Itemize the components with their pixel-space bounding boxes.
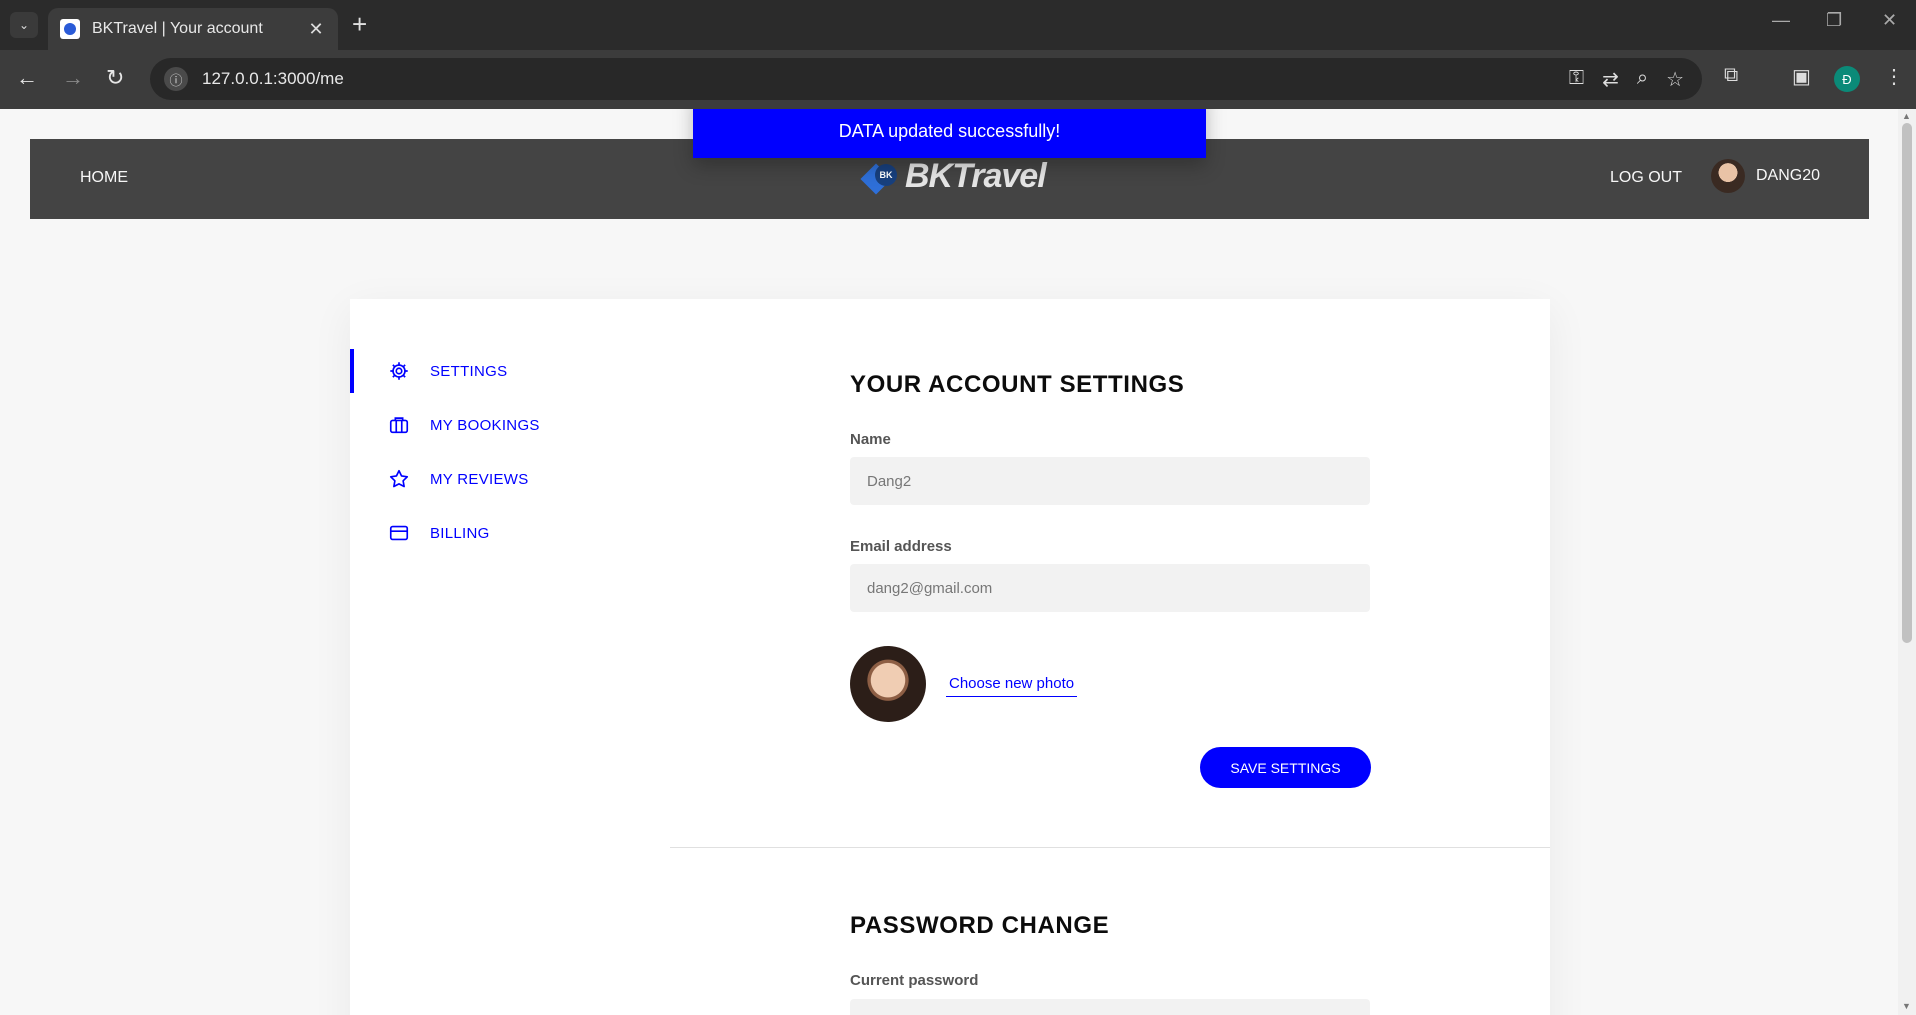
sidebar-item-label: SETTINGS [430,362,508,380]
sidebar-item-label: MY REVIEWS [430,470,529,488]
zoom-icon[interactable]: ⌕ [1637,67,1648,92]
site-logo[interactable]: BK BKTravel [860,157,1047,196]
email-label: Email address [850,538,952,555]
sidebar-item-label: BILLING [430,524,490,542]
browser-tab[interactable]: BKTravel | Your account ✕ [48,8,338,50]
back-icon[interactable]: ← [16,66,38,90]
extensions-icon[interactable]: ⧉ [1724,64,1738,87]
url-text: 127.0.0.1:3000/me [202,69,344,88]
sidebar-item-settings[interactable]: SETTINGS [350,349,670,393]
name-field[interactable] [850,457,1370,505]
translate-icon[interactable]: ⇄ [1602,67,1619,92]
credit-card-icon [388,522,410,544]
toast-message: DATA updated successfully! [838,121,1061,141]
page-title: YOUR ACCOUNT SETTINGS [850,371,1185,398]
bookmark-star-icon[interactable]: ☆ [1666,67,1684,92]
password-section-title: PASSWORD CHANGE [850,912,1110,939]
reload-icon[interactable]: ↻ [106,66,124,90]
sidebar-item-label: MY BOOKINGS [430,416,540,434]
password-key-icon[interactable]: ⚿ [1569,67,1584,92]
new-tab-icon[interactable]: + [352,10,367,38]
email-field[interactable] [850,564,1370,612]
page-viewport: HOME BK BKTravel LOG OUT DANG20 DATA upd… [0,109,1898,1015]
sidebar-item-reviews[interactable]: MY REVIEWS [350,457,670,501]
scroll-up-icon[interactable]: ▲ [1902,111,1911,121]
user-menu[interactable]: DANG20 [1711,159,1820,193]
briefcase-icon [388,414,410,436]
logo-mark-icon: BK [860,162,901,195]
user-photo [850,646,926,722]
scroll-down-icon[interactable]: ▼ [1902,1001,1911,1011]
site-info-icon[interactable]: ⓘ [164,67,188,91]
sidebar-item-billing[interactable]: BILLING [350,511,670,555]
choose-photo-link[interactable]: Choose new photo [946,671,1078,697]
username: DANG20 [1756,167,1821,184]
star-icon [388,468,410,490]
page-scrollbar[interactable]: ▲ ▼ [1898,109,1916,1015]
account-panel: SETTINGS MY BOOKINGS MY REVIEWS BILLING [350,299,1550,1015]
profile-avatar[interactable]: Đ [1834,66,1860,92]
section-divider [670,847,1550,848]
browser-tab-bar: ⌄ BKTravel | Your account ✕ + — ❐ ✕ [0,0,1916,50]
avatar [1711,159,1745,193]
restore-icon[interactable]: ❐ [1826,10,1842,31]
name-label: Name [850,431,891,448]
menu-kebab-icon[interactable]: ⋮ [1884,64,1904,89]
site-favicon-icon [60,19,80,39]
side-panel-icon[interactable]: ▣ [1792,64,1811,89]
account-sidebar: SETTINGS MY BOOKINGS MY REVIEWS BILLING [350,349,670,565]
sidebar-item-bookings[interactable]: MY BOOKINGS [350,403,670,447]
settings-icon [388,360,410,382]
save-settings-button[interactable]: SAVE SETTINGS [1200,747,1371,788]
success-toast: DATA updated successfully! [693,109,1206,158]
current-password-label: Current password [850,972,979,989]
tab-list-chevron-icon[interactable]: ⌄ [10,12,38,38]
photo-row: Choose new photo [850,646,1078,722]
nav-home-link[interactable]: HOME [80,169,128,187]
scroll-thumb[interactable] [1902,123,1912,643]
tab-close-icon[interactable]: ✕ [306,19,326,40]
window-close-icon[interactable]: ✕ [1882,10,1897,31]
browser-toolbar: ← → ↻ ⓘ 127.0.0.1:3000/me ⚿ ⇄ ⌕ ☆ ⧉ ▣ ⋮ [0,50,1916,109]
tab-title: BKTravel | Your account [92,20,263,37]
minimize-icon[interactable]: — [1772,10,1790,31]
logout-link[interactable]: LOG OUT [1610,169,1682,187]
current-password-field[interactable] [850,999,1370,1015]
address-bar[interactable]: ⓘ 127.0.0.1:3000/me ⚿ ⇄ ⌕ ☆ [150,58,1702,100]
logo-text: BKTravel [905,157,1047,195]
forward-icon[interactable]: → [62,66,84,90]
